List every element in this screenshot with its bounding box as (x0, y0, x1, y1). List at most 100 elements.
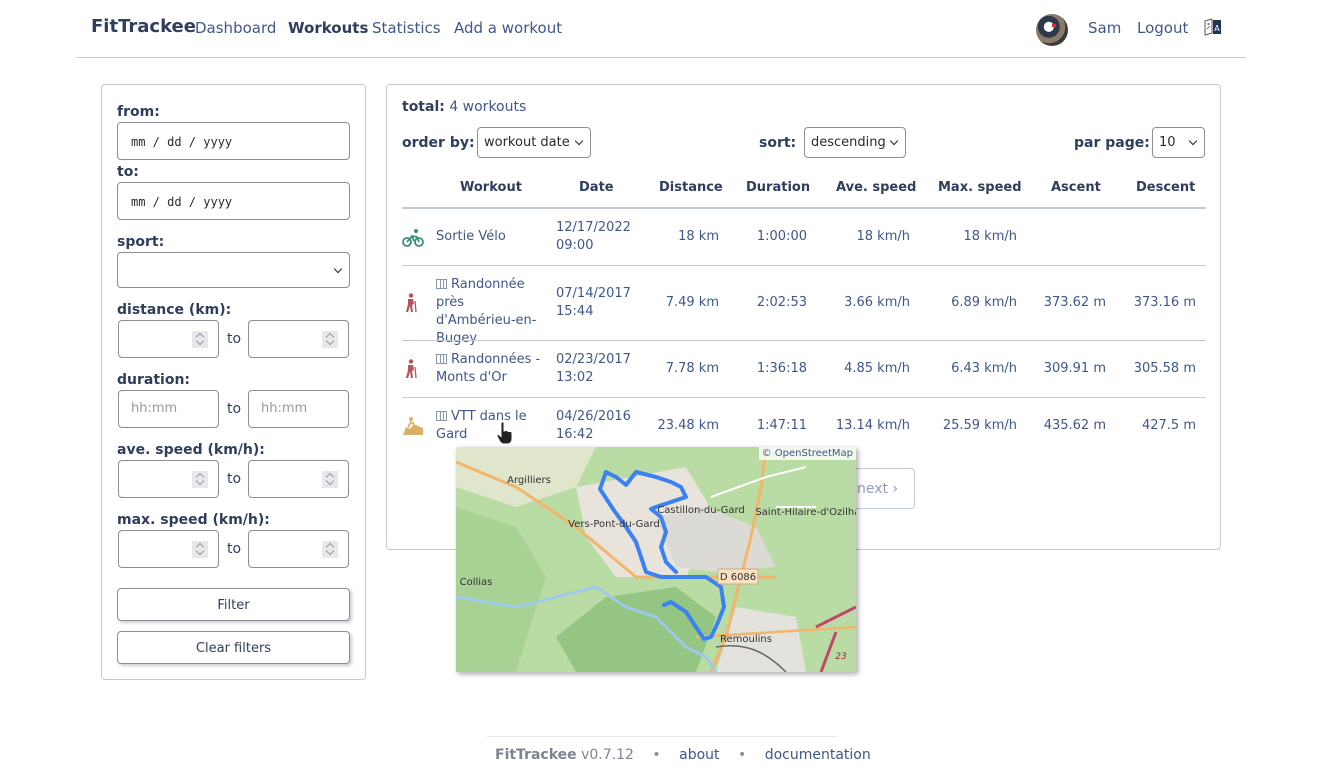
mountain-biking-icon (403, 417, 423, 435)
nav-add-workout[interactable]: Add a workout (454, 19, 562, 37)
row-divider (402, 340, 1206, 341)
brand-logo[interactable]: FitTrackee (91, 16, 196, 37)
nav-user-profile[interactable]: Sam (1088, 19, 1121, 37)
place-argilliers: Argilliers (507, 475, 551, 486)
workout-title: Randonnées - Monts d'Or (436, 352, 541, 385)
sport-select[interactable] (117, 252, 350, 288)
per-page-label: par page: (1074, 135, 1150, 151)
duration-max-input[interactable]: hh:mm (248, 390, 349, 428)
max-speed-max-input[interactable] (248, 530, 349, 568)
cycling-icon (402, 229, 424, 247)
workout-duration: 2:02:53 (756, 295, 807, 310)
workout-date: 07/14/2017 (556, 286, 631, 301)
nav-logout[interactable]: Logout (1137, 19, 1188, 37)
from-date-value: mm / dd / yyyy (131, 135, 233, 149)
spinner-icon[interactable] (322, 331, 338, 348)
workout-link[interactable]: VTT dans le Gard (436, 408, 546, 444)
distance-to-label: to (227, 331, 242, 347)
from-label: from: (117, 104, 160, 120)
workout-link[interactable]: Sortie Vélo (436, 228, 546, 246)
row-divider (402, 265, 1206, 266)
clear-filters-button[interactable]: Clear filters (117, 631, 350, 664)
col-distance: Distance (659, 180, 723, 195)
chevron-down-icon (889, 136, 899, 146)
workout-duration: 1:00:00 (756, 229, 807, 244)
footer-separator: • (737, 747, 747, 763)
duration-to-label: to (227, 401, 242, 417)
footer-version: v0.7.12 (581, 747, 634, 763)
distance-label: distance (km): (117, 302, 232, 318)
nav-dashboard[interactable]: Dashboard (195, 19, 276, 37)
workout-link[interactable]: Randonnées - Monts d'Or (436, 351, 546, 387)
col-workout: Workout (460, 180, 522, 195)
chevron-right-icon: › (892, 481, 899, 497)
map-icon (436, 279, 447, 289)
osm-attribution-link[interactable]: © OpenStreetMap (758, 447, 856, 460)
duration-min-placeholder: hh:mm (131, 401, 178, 416)
distance-max-input[interactable] (248, 320, 349, 358)
order-by-label: order by: (402, 135, 475, 151)
to-label: to: (117, 164, 139, 180)
workout-ave-speed: 18 km/h (856, 229, 911, 244)
table-header-divider (402, 207, 1206, 209)
workout-ave-speed: 13.14 km/h (835, 418, 910, 433)
chevron-down-icon (333, 264, 343, 274)
footer: FitTrackee v0.7.12 • about • documentati… (495, 747, 871, 763)
map-icon (436, 411, 447, 421)
to-date-input[interactable]: mm / dd / yyyy (117, 182, 350, 220)
row-divider (402, 397, 1206, 398)
navbar: FitTrackee Dashboard Workouts Statistics… (76, 0, 1246, 58)
per-page-value: 10 (1159, 135, 1176, 150)
workout-duration: 1:47:11 (756, 418, 807, 433)
sort-select[interactable]: descending (804, 127, 906, 158)
sort-value: descending (811, 135, 886, 150)
workout-distance: 7.49 km (665, 295, 719, 310)
col-max-speed: Max. speed (938, 180, 1022, 195)
translate-icon[interactable]: A (1204, 18, 1222, 36)
motorway-label: 23 (835, 652, 847, 662)
place-vers-pont-du-gard: Vers-Pont-du-Gard (568, 519, 660, 530)
ave-speed-max-input[interactable] (248, 460, 349, 498)
footer-documentation-link[interactable]: documentation (765, 747, 871, 763)
duration-max-placeholder: hh:mm (261, 401, 308, 416)
map-icon (436, 354, 447, 364)
place-remoulins: Remoulins (720, 634, 772, 645)
filter-button[interactable]: Filter (117, 588, 350, 621)
per-page-select[interactable]: 10 (1152, 127, 1205, 158)
user-avatar[interactable] (1036, 14, 1068, 46)
workout-distance: 18 km (678, 229, 719, 244)
workout-date: 02/23/2017 (556, 352, 631, 367)
footer-divider (487, 736, 837, 737)
max-speed-min-input[interactable] (118, 530, 219, 568)
spinner-icon[interactable] (192, 541, 208, 558)
workouts-total: total: 4 workouts (402, 99, 526, 115)
workout-time: 13:02 (556, 370, 594, 385)
hiking-icon (406, 293, 417, 313)
spinner-icon[interactable] (322, 541, 338, 558)
total-label: total: (402, 99, 445, 115)
workout-time: 15:44 (556, 304, 594, 319)
workout-title: Randonnée près d'Ambérieu-en-Bugey (436, 277, 537, 346)
workout-descent: 305.58 m (1133, 361, 1196, 376)
nav-workouts[interactable]: Workouts (288, 19, 368, 37)
spinner-icon[interactable] (322, 471, 338, 488)
chevron-down-icon (574, 136, 584, 146)
footer-about-link[interactable]: about (679, 747, 719, 763)
duration-min-input[interactable]: hh:mm (118, 390, 219, 428)
from-date-input[interactable]: mm / dd / yyyy (117, 122, 350, 160)
total-value: 4 workouts (449, 99, 527, 115)
ave-speed-min-input[interactable] (118, 460, 219, 498)
workout-distance: 7.78 km (665, 361, 719, 376)
nav-statistics[interactable]: Statistics (372, 19, 441, 37)
workout-ascent: 373.62 m (1043, 295, 1106, 310)
workout-max-speed: 6.89 km/h (951, 295, 1017, 310)
chevron-down-icon (1188, 136, 1198, 146)
filters-panel: from: mm / dd / yyyy to: mm / dd / yyyy … (101, 84, 366, 680)
order-by-select[interactable]: workout date (477, 127, 591, 158)
workout-link[interactable]: Randonnée près d'Ambérieu-en-Bugey (436, 276, 546, 348)
footer-brand: FitTrackee (495, 747, 577, 763)
spinner-icon[interactable] (192, 331, 208, 348)
workout-ascent: 435.62 m (1043, 418, 1106, 433)
distance-min-input[interactable] (118, 320, 219, 358)
spinner-icon[interactable] (192, 471, 208, 488)
